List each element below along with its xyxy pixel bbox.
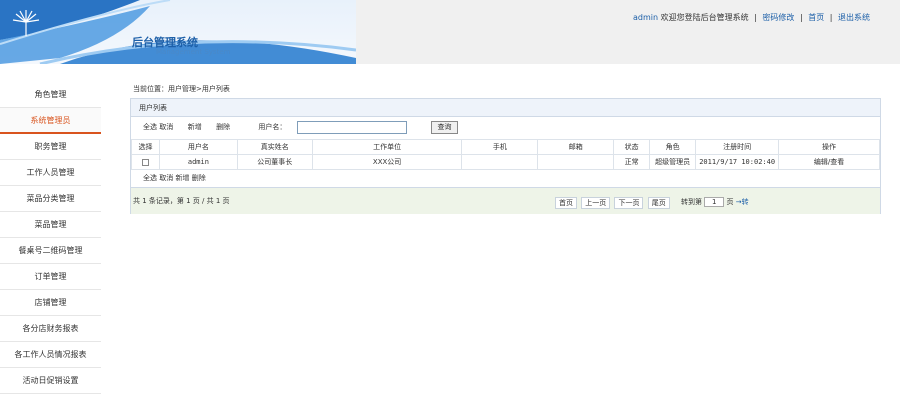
goto-page: 转到第 1 页 →转	[681, 197, 749, 207]
column-header: 手机	[461, 139, 539, 155]
column-header: 选择	[131, 139, 160, 155]
breadcrumb: 当前位置：用户管理>用户列表	[133, 85, 230, 93]
sidebar-item-dish-categories[interactable]: 菜品分类管理	[0, 186, 101, 212]
username-label: 用户名：	[258, 123, 287, 131]
page-number-input[interactable]: 1	[704, 197, 725, 207]
change-password-link[interactable]: 密码修改	[762, 13, 794, 22]
current-user: admin	[632, 13, 659, 22]
add-button-bottom[interactable]: 新增	[175, 174, 189, 182]
cell-email	[537, 154, 615, 170]
add-button[interactable]: 新增	[188, 123, 202, 131]
table-row: admin 公司董事长 XXX公司 正常 超级管理员 2011/9/17 10:…	[131, 154, 880, 170]
go-button[interactable]: →转	[736, 198, 749, 206]
username-search-input[interactable]	[297, 121, 407, 134]
goto-prefix: 转到第	[681, 198, 702, 206]
pagination-bar: 共 1 条记录，第 1 页 / 共 1 页 首页 上一页 下一页 尾页 转到第 …	[131, 187, 880, 214]
select-all-button[interactable]: 全选	[143, 123, 157, 131]
sidebar-item-stores[interactable]: 店铺管理	[0, 290, 101, 316]
cell-reg-time: 2011/9/17 10:02:40	[695, 154, 780, 170]
logout-link[interactable]: 退出系统	[838, 13, 870, 22]
panel-title: 用户列表	[131, 99, 880, 117]
sidebar-item-table-qrcode[interactable]: 餐桌号二维码管理	[0, 238, 101, 264]
column-header: 状态	[613, 139, 651, 155]
column-header: 用户名	[158, 139, 238, 155]
cell-action-edit-view[interactable]: 编辑/查看	[778, 154, 880, 170]
column-header: 邮箱	[537, 139, 615, 155]
column-header: 角色	[649, 139, 697, 155]
cell-username: admin	[158, 154, 238, 170]
search-button[interactable]: 查询	[431, 121, 458, 134]
next-page-button[interactable]: 下一页	[614, 197, 644, 209]
column-header: 工作单位	[311, 139, 463, 155]
last-page-button[interactable]: 尾页	[647, 197, 670, 209]
column-header: 注册时间	[695, 139, 780, 155]
cell-role: 超级管理员	[649, 154, 697, 170]
table-header-row: 选择 用户名 真实姓名 工作单位 手机 邮箱 状态 角色 注册时间 操作	[131, 139, 880, 155]
app-subtitle: Management System	[156, 48, 231, 56]
cancel-selection-button-bottom[interactable]: 取消	[159, 174, 173, 182]
row-select-checkbox[interactable]	[141, 158, 149, 166]
first-page-button[interactable]: 首页	[555, 197, 577, 209]
sidebar-item-dishes[interactable]: 菜品管理	[0, 212, 101, 238]
page-nav: 首页 上一页 下一页 尾页	[555, 197, 672, 209]
sidebar-item-staff-report[interactable]: 各工作人员情况报表	[0, 342, 101, 368]
sidebar-item-system-admin[interactable]: 系统管理员	[0, 108, 101, 134]
separator: |	[799, 13, 803, 22]
user-list-panel: 用户列表 全选 取消 新增 删除 用户名： 查询 选择 用户名 真实姓名 工作单…	[130, 98, 881, 214]
sidebar-item-positions[interactable]: 职务管理	[0, 134, 101, 160]
cell-unit: XXX公司	[311, 154, 463, 170]
separator: |	[754, 13, 757, 22]
cell-phone	[461, 154, 539, 170]
cell-real-name: 公司董事长	[236, 154, 313, 170]
select-all-button-bottom[interactable]: 全选	[143, 174, 157, 182]
delete-button-bottom[interactable]: 删除	[192, 174, 206, 182]
sidebar-item-staff[interactable]: 工作人员管理	[0, 160, 101, 186]
user-table: 选择 用户名 真实姓名 工作单位 手机 邮箱 状态 角色 注册时间 操作 adm…	[131, 139, 880, 170]
cell-status: 正常	[613, 154, 651, 170]
top-toolbar: 全选 取消 新增 删除 用户名：	[143, 122, 286, 132]
logo-banner: 后台管理系统 Management System	[0, 0, 356, 64]
goto-suffix: 页	[726, 198, 734, 206]
prev-page-button[interactable]: 上一页	[581, 197, 611, 209]
record-summary: 共 1 条记录，第 1 页 / 共 1 页	[133, 197, 230, 205]
bottom-toolbar: 全选 取消 新增 删除	[143, 173, 206, 183]
app-root: 后台管理系统 Management System admin 欢迎您登陆后台管理…	[0, 0, 900, 412]
cancel-selection-button[interactable]: 取消	[159, 123, 173, 131]
sidebar-item-roles[interactable]: 角色管理	[0, 82, 101, 108]
delete-button[interactable]: 删除	[216, 123, 230, 131]
column-header: 操作	[778, 139, 880, 155]
dandelion-logo-icon	[12, 10, 40, 36]
home-link[interactable]: 首页	[808, 13, 824, 22]
sidebar-item-promotions[interactable]: 活动日促销设置	[0, 368, 101, 394]
header-links: admin 欢迎您登陆后台管理系统 | 密码修改 | 首页 | 退出系统	[633, 12, 870, 23]
sidebar-item-orders[interactable]: 订单管理	[0, 264, 101, 290]
welcome-text: 欢迎您登陆后台管理系统	[660, 13, 749, 22]
separator: |	[829, 13, 833, 22]
sidebar-menu: 角色管理 系统管理员 职务管理 工作人员管理 菜品分类管理 菜品管理 餐桌号二维…	[0, 82, 101, 394]
column-header: 真实姓名	[236, 139, 313, 155]
top-header: 后台管理系统 Management System admin 欢迎您登陆后台管理…	[0, 0, 900, 64]
sidebar-item-branch-finance[interactable]: 各分店财务报表	[0, 316, 101, 342]
